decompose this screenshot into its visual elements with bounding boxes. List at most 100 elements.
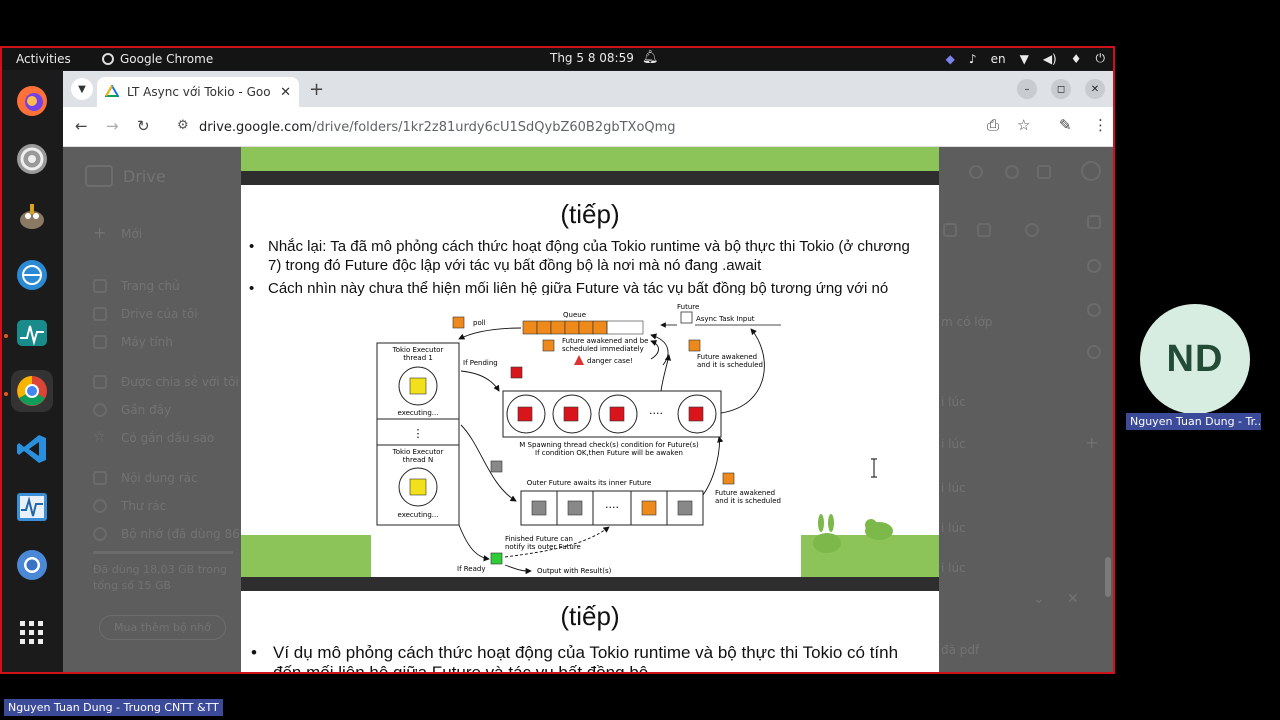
bell-icon[interactable]: 🔔︎ <box>642 50 659 65</box>
executing-future-square <box>409 478 427 496</box>
dock-settings[interactable] <box>11 138 53 180</box>
previous-slide-bottom <box>241 147 939 171</box>
close-tab-icon[interactable]: ✕ <box>280 85 291 100</box>
forward-button[interactable]: → <box>106 117 119 135</box>
volume-icon: ◀) <box>1042 51 1057 66</box>
drive-row-label: i lúc <box>941 395 966 409</box>
slide-current: (tiếp) Nhắc lại: Ta đã mô phỏng cách thứ… <box>241 185 939 577</box>
apps-icon <box>1037 165 1051 179</box>
awakened-scheduled-label: Future awakened <box>697 353 757 361</box>
clock[interactable]: Thg 5 8 08:59 <box>550 51 634 65</box>
dock-firefox[interactable] <box>11 80 53 122</box>
activities-button[interactable]: Activities <box>16 52 71 66</box>
dock-monitor[interactable] <box>11 312 53 354</box>
drive-row-label: i lúc <box>941 521 966 535</box>
bookmark-star-icon[interactable]: ☆ <box>1017 116 1030 134</box>
app-name: Google Chrome <box>120 52 214 66</box>
slide-title: (tiếp) <box>560 199 620 229</box>
system-tray[interactable]: ◆ ♪ en ▼ ◀) ♦ ⏻ <box>946 51 1105 66</box>
bunny-decoration-icon <box>813 514 893 553</box>
app-menu[interactable]: Google Chrome <box>102 52 213 66</box>
drive-row-label: i lúc <box>941 561 966 575</box>
settings-icon <box>17 144 47 174</box>
chevron-down-icon[interactable]: ⌄ <box>1033 591 1045 607</box>
install-app-icon[interactable]: ⎙ <box>987 116 999 134</box>
gimp-icon <box>20 204 44 229</box>
slide-bullet: Ví dụ mô phỏng cách thức hoạt động của T… <box>249 643 925 672</box>
dock-chrome[interactable] <box>11 370 53 412</box>
info-icon <box>1025 223 1039 237</box>
dock-gimp[interactable] <box>11 196 53 238</box>
nav-spam[interactable]: Thư rác <box>121 499 166 513</box>
slide-bullet: Nhắc lại: Ta đã mô phỏng cách thức hoạt … <box>249 237 925 275</box>
nav-trash[interactable]: Nội dung rác <box>121 471 198 485</box>
network-icon <box>17 260 47 290</box>
minimize-button[interactable]: – <box>1017 79 1037 99</box>
reload-button[interactable]: ↻ <box>137 117 150 135</box>
site-info-icon[interactable]: ⚙ <box>177 118 189 133</box>
system-top-bar: Activities Google Chrome Thg 5 8 08:59 🔔… <box>2 48 1113 70</box>
new-icon: + <box>93 223 107 242</box>
url-path: /drive/folders/1kr2z81urdy6cU1SdQybZ60B2… <box>311 119 676 135</box>
chrome-icon <box>102 53 114 65</box>
cursor-icon <box>871 458 877 478</box>
finished-future-square <box>490 552 503 565</box>
star-icon: ☆ <box>93 429 106 445</box>
shared-icon <box>93 375 107 389</box>
nav-recent[interactable]: Gần đây <box>121 403 171 417</box>
home-icon <box>93 279 107 293</box>
nav-starred[interactable]: Có gắn dấu sao <box>121 431 214 445</box>
drive-page: Drive + Mới Trang chủ Drive của tôi Máy … <box>63 147 1113 672</box>
address-bar[interactable]: ⚙ drive.google.com/drive/folders/1kr2z81… <box>173 113 993 141</box>
tab-title: LT Async với Tokio - Goo <box>127 85 271 99</box>
async-task-input-label: Async Task Input <box>696 315 755 323</box>
awakened-immediately-label: scheduled immediately <box>562 345 644 353</box>
spawning-thread <box>677 394 717 434</box>
monitor-icon <box>17 320 47 346</box>
nav-home[interactable]: Trang chủ <box>121 279 180 293</box>
participant-avatar[interactable]: ND <box>1140 304 1250 414</box>
scrollbar-thumb[interactable] <box>1105 557 1111 597</box>
new-tab-button[interactable]: + <box>309 79 324 100</box>
drive-icon <box>105 85 119 97</box>
dock-network[interactable] <box>11 254 53 296</box>
dock <box>2 70 62 672</box>
calendar-icon <box>1087 215 1101 229</box>
drive-row-label: đã pdf <box>941 643 980 657</box>
drive-logo-text: Drive <box>123 167 166 186</box>
tab-strip: ▼ LT Async với Tokio - Goo ✕ + – ◻ ✕ <box>63 71 1113 107</box>
dock-chromium[interactable] <box>11 544 53 586</box>
awakened-scheduled-label: and it is scheduled <box>715 497 781 505</box>
dock-vscode[interactable] <box>11 428 53 470</box>
nav-shared[interactable]: Được chia sẻ với tôi <box>121 375 239 389</box>
nav-my-drive[interactable]: Drive của tôi <box>121 307 198 321</box>
storage-bar <box>93 551 233 554</box>
drive-row-label: i lúc <box>941 481 966 495</box>
extension-icon[interactable]: ✎ <box>1059 116 1072 134</box>
executing-label: executing... <box>398 409 439 417</box>
slide-viewer[interactable]: (tiếp) Nhắc lại: Ta đã mô phỏng cách thứ… <box>241 147 939 672</box>
maximize-button[interactable]: ◻ <box>1051 79 1071 99</box>
tab-search-button[interactable]: ▼ <box>71 78 93 100</box>
dock-system-monitor[interactable] <box>11 486 53 528</box>
vertical-ellipsis: ⋮ <box>413 427 424 440</box>
browser-menu-icon[interactable]: ⋮ <box>1093 116 1108 134</box>
executor-thread-1-label: thread 1 <box>403 354 433 362</box>
nav-computers[interactable]: Máy tính <box>121 335 173 349</box>
tab-active[interactable]: LT Async với Tokio - Goo ✕ <box>97 77 299 107</box>
future-square <box>452 316 465 329</box>
close-window-button[interactable]: ✕ <box>1085 79 1105 99</box>
spam-icon <box>93 499 107 513</box>
poll-label: poll <box>473 319 486 327</box>
nav-storage[interactable]: Bộ nhớ (đã dùng 86%) <box>121 527 256 541</box>
buy-storage-button[interactable]: Mua thêm bộ nhớ <box>99 615 226 640</box>
drive-row-label: m có lớp <box>941 315 993 329</box>
language-indicator[interactable]: en <box>991 52 1006 66</box>
back-button[interactable]: ← <box>75 117 88 135</box>
close-icon[interactable]: ✕ <box>1067 591 1079 607</box>
computer-icon <box>93 335 107 349</box>
new-button[interactable]: Mới <box>121 227 142 241</box>
add-addon-icon: + <box>1085 433 1099 452</box>
dock-show-apps[interactable] <box>11 612 53 654</box>
meeting-screen: Activities Google Chrome Thg 5 8 08:59 🔔… <box>0 0 1280 720</box>
